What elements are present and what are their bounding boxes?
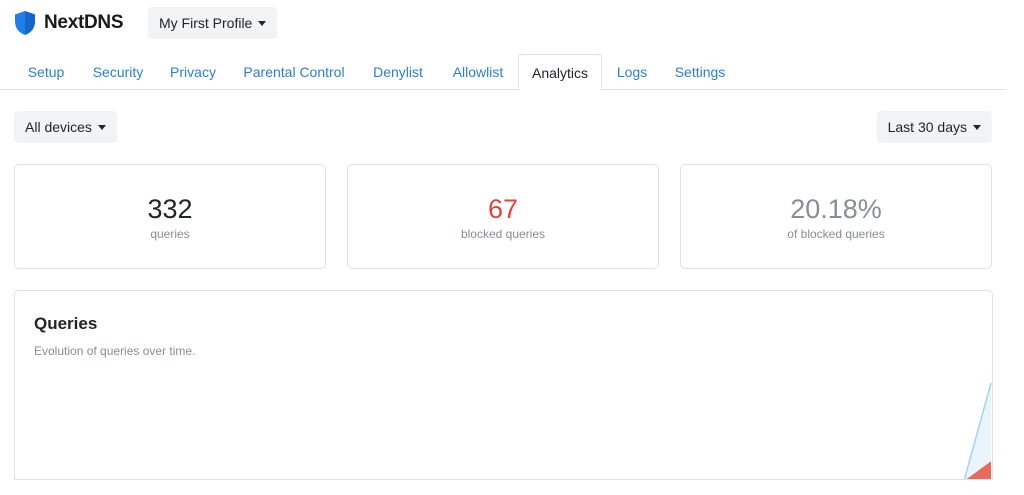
stat-card-blocked-percent: 20.18% of blocked queries xyxy=(680,164,992,269)
tab-logs[interactable]: Logs xyxy=(606,54,658,90)
tab-label: Denylist xyxy=(373,64,423,80)
queries-series-line xyxy=(963,382,992,479)
tab-label: Privacy xyxy=(170,64,216,80)
date-range-label: Last 30 days xyxy=(887,119,967,135)
devices-label: All devices xyxy=(25,119,92,135)
caret-down-icon xyxy=(258,20,267,26)
profile-dropdown[interactable]: My First Profile xyxy=(148,7,278,39)
tab-setup[interactable]: Setup xyxy=(14,54,78,90)
stat-value: 20.18% xyxy=(790,194,882,224)
tab-privacy[interactable]: Privacy xyxy=(160,54,226,90)
tab-label: Allowlist xyxy=(452,64,504,80)
queries-chart-card: Queries Evolution of queries over time. xyxy=(14,290,993,480)
stat-label: of blocked queries xyxy=(787,227,885,241)
tab-allowlist[interactable]: Allowlist xyxy=(440,54,516,90)
tab-label: Security xyxy=(92,64,144,80)
tab-bar: Setup Security Privacy Parental Control … xyxy=(0,54,1006,91)
tab-analytics[interactable]: Analytics xyxy=(518,54,602,91)
stat-card-blocked: 67 blocked queries xyxy=(347,164,659,269)
caret-down-icon xyxy=(97,124,106,130)
profile-label: My First Profile xyxy=(159,15,253,31)
tab-security[interactable]: Security xyxy=(82,54,154,90)
stat-label: queries xyxy=(150,227,190,241)
caret-down-icon xyxy=(973,124,981,130)
tab-label: Setup xyxy=(27,64,65,80)
queries-chart xyxy=(963,382,992,479)
brand-name: NextDNS xyxy=(44,12,124,33)
blocked-series-area xyxy=(966,461,991,479)
stat-label: blocked queries xyxy=(460,227,546,241)
tab-label: Parental Control xyxy=(243,64,345,80)
tab-label: Logs xyxy=(616,64,648,80)
devices-dropdown[interactable]: All devices xyxy=(14,111,117,143)
stat-card-queries: 332 queries xyxy=(14,164,326,269)
tab-label: Analytics xyxy=(531,65,589,81)
date-range-dropdown[interactable]: Last 30 days xyxy=(876,111,992,143)
stat-value: 332 xyxy=(147,194,193,224)
tab-denylist[interactable]: Denylist xyxy=(362,54,434,90)
nextdns-logo[interactable]: NextDNS xyxy=(14,9,124,37)
tab-parental-control[interactable]: Parental Control xyxy=(232,54,356,90)
stat-value: 67 xyxy=(487,194,519,224)
tab-settings[interactable]: Settings xyxy=(662,54,738,90)
tab-label: Settings xyxy=(674,64,726,80)
queries-series-area xyxy=(964,383,991,479)
shield-icon xyxy=(15,11,35,35)
